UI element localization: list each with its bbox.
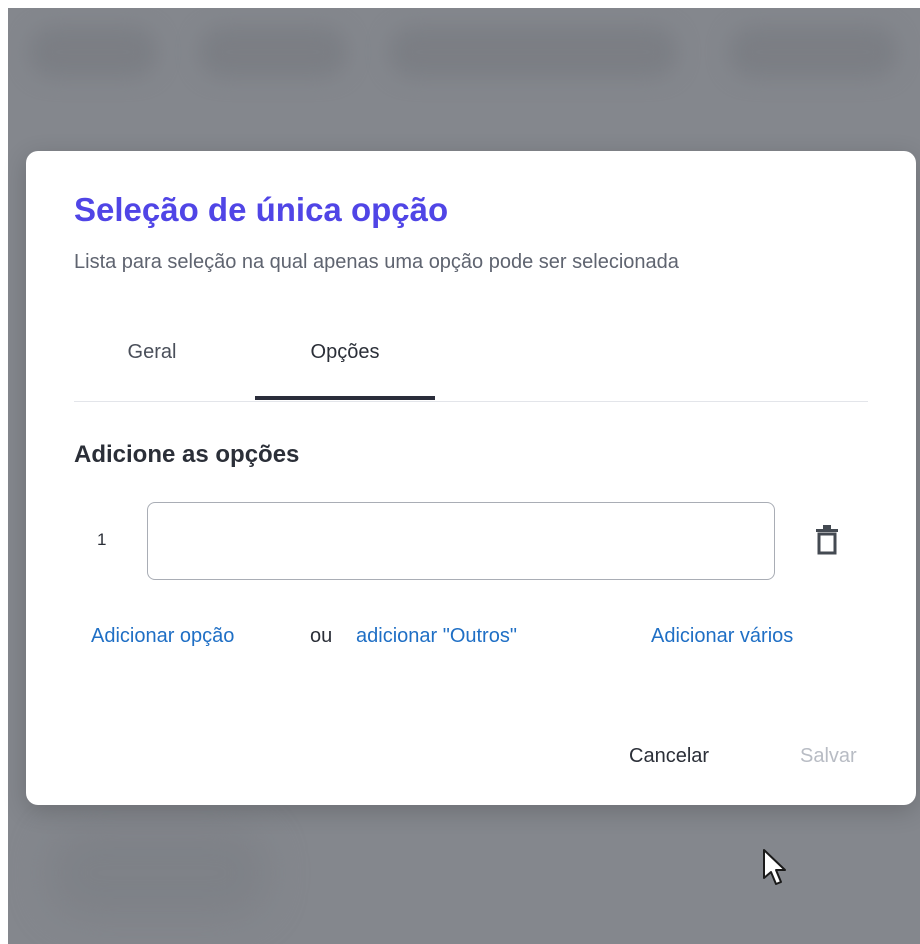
- tab-geral[interactable]: Geral: [92, 331, 212, 397]
- or-separator: ou: [310, 625, 333, 647]
- save-button[interactable]: Salvar: [800, 745, 857, 768]
- add-many-link[interactable]: Adicionar vários: [651, 625, 793, 648]
- add-others-link[interactable]: adicionar "Outros": [356, 625, 517, 648]
- options-section-title: Adicione as opções: [74, 441, 300, 468]
- delete-option-button[interactable]: [812, 521, 842, 559]
- tab-opcoes[interactable]: Opções: [255, 331, 435, 397]
- option-input[interactable]: [147, 502, 775, 580]
- blurred-background-item: [28, 26, 158, 78]
- dialog-title: Seleção de única opção: [74, 191, 449, 228]
- blurred-background-item: [728, 26, 898, 78]
- add-option-link[interactable]: Adicionar opção: [91, 625, 234, 648]
- blurred-background-item: [388, 26, 678, 78]
- tab-bar: Geral Opções: [74, 331, 868, 402]
- mouse-cursor-icon: [763, 849, 786, 885]
- option-row-number: 1: [97, 530, 107, 549]
- trash-icon: [816, 525, 838, 555]
- blurred-background-item: [198, 26, 348, 78]
- cancel-button[interactable]: Cancelar: [629, 745, 709, 768]
- single-choice-dialog: Seleção de única opção Lista para seleçã…: [26, 151, 916, 805]
- blurred-background-item: [48, 828, 268, 918]
- active-tab-indicator: [255, 396, 435, 400]
- dialog-description: Lista para seleção na qual apenas uma op…: [74, 251, 679, 273]
